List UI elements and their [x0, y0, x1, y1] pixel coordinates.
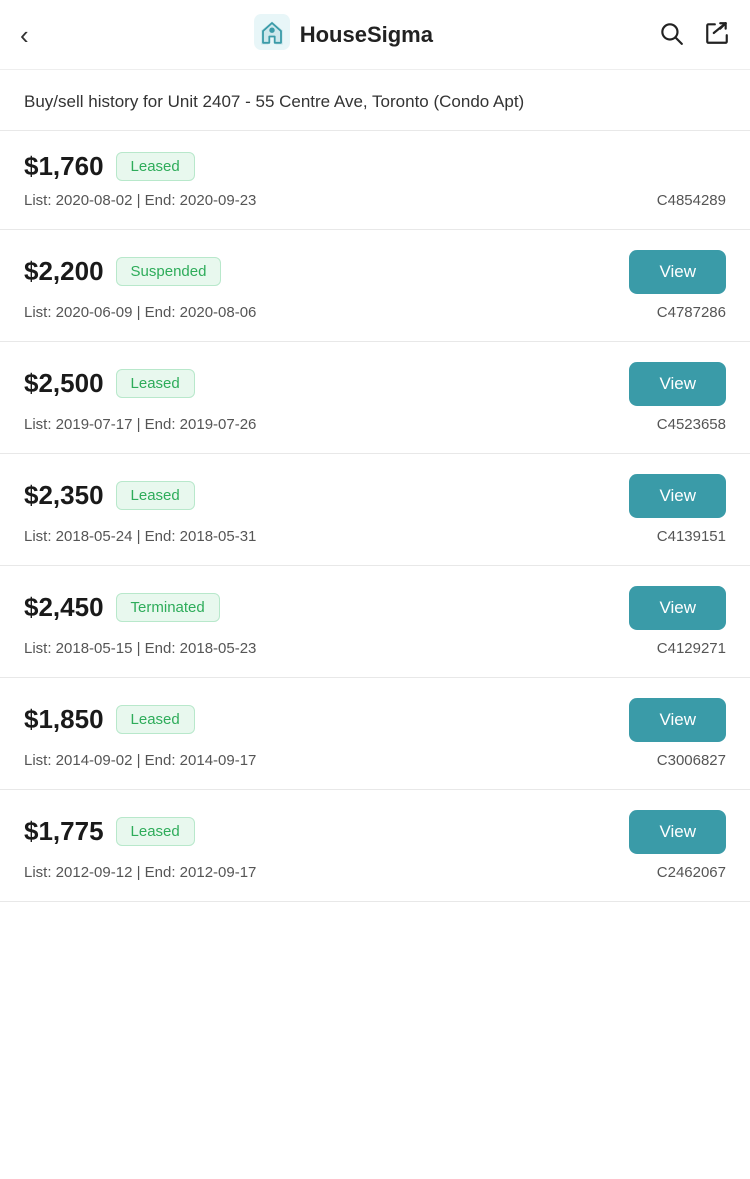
- housesigma-logo: [254, 14, 290, 55]
- status-badge: Leased: [116, 369, 195, 398]
- view-button[interactable]: View: [629, 810, 726, 854]
- header-center: HouseSigma: [254, 14, 433, 55]
- status-badge: Leased: [116, 481, 195, 510]
- status-badge: Leased: [116, 817, 195, 846]
- search-icon: [658, 20, 684, 46]
- listing-row-bottom: List: 2020-08-02 | End: 2020-09-23 C4854…: [24, 192, 726, 209]
- listing-dates: List: 2018-05-24 | End: 2018-05-31: [24, 528, 256, 545]
- listing-row-top: $1,760 Leased: [24, 151, 726, 182]
- listing-item: $2,350 Leased View List: 2018-05-24 | En…: [0, 454, 750, 566]
- view-button[interactable]: View: [629, 474, 726, 518]
- status-badge: Leased: [116, 152, 195, 181]
- listing-row-bottom: List: 2020-06-09 | End: 2020-08-06 C4787…: [24, 304, 726, 321]
- listing-item: $1,760 Leased List: 2020-08-02 | End: 20…: [0, 131, 750, 230]
- listing-price: $1,775: [24, 816, 104, 847]
- listing-row-top: $1,850 Leased View: [24, 698, 726, 742]
- listing-id: C2462067: [657, 864, 726, 881]
- listing-row-top: $2,500 Leased View: [24, 362, 726, 406]
- listing-left: $1,850 Leased: [24, 704, 195, 735]
- listing-price: $2,200: [24, 256, 104, 287]
- view-button[interactable]: View: [629, 250, 726, 294]
- view-button[interactable]: View: [629, 362, 726, 406]
- listing-left: $2,450 Terminated: [24, 592, 220, 623]
- listing-id: C4787286: [657, 304, 726, 321]
- share-icon: [704, 20, 730, 46]
- listing-dates: List: 2012-09-12 | End: 2012-09-17: [24, 864, 256, 881]
- listing-id: C4854289: [657, 192, 726, 209]
- listing-item: $2,500 Leased View List: 2019-07-17 | En…: [0, 342, 750, 454]
- listing-dates: List: 2018-05-15 | End: 2018-05-23: [24, 640, 256, 657]
- app-title: HouseSigma: [300, 22, 433, 48]
- listing-row-bottom: List: 2019-07-17 | End: 2019-07-26 C4523…: [24, 416, 726, 433]
- listing-row-bottom: List: 2012-09-12 | End: 2012-09-17 C2462…: [24, 864, 726, 881]
- listing-id: C3006827: [657, 752, 726, 769]
- listing-item: $1,850 Leased View List: 2014-09-02 | En…: [0, 678, 750, 790]
- listing-dates: List: 2014-09-02 | End: 2014-09-17: [24, 752, 256, 769]
- listing-dates: List: 2020-08-02 | End: 2020-09-23: [24, 192, 256, 209]
- app-header: ‹ HouseSigma: [0, 0, 750, 70]
- listings-container: $1,760 Leased List: 2020-08-02 | End: 20…: [0, 131, 750, 902]
- back-button[interactable]: ‹: [20, 22, 29, 48]
- page-subtitle: Buy/sell history for Unit 2407 - 55 Cent…: [0, 70, 750, 131]
- listing-dates: List: 2019-07-17 | End: 2019-07-26: [24, 416, 256, 433]
- listing-id: C4523658: [657, 416, 726, 433]
- listing-id: C4129271: [657, 640, 726, 657]
- listing-row-top: $1,775 Leased View: [24, 810, 726, 854]
- listing-left: $2,200 Suspended: [24, 256, 221, 287]
- listing-row-top: $2,350 Leased View: [24, 474, 726, 518]
- listing-left: $2,350 Leased: [24, 480, 195, 511]
- listing-price: $2,350: [24, 480, 104, 511]
- listing-price: $1,760: [24, 151, 104, 182]
- status-badge: Terminated: [116, 593, 220, 622]
- view-button[interactable]: View: [629, 698, 726, 742]
- listing-left: $2,500 Leased: [24, 368, 195, 399]
- header-actions: [658, 20, 730, 49]
- listing-price: $1,850: [24, 704, 104, 735]
- listing-left: $1,775 Leased: [24, 816, 195, 847]
- status-badge: Suspended: [116, 257, 222, 286]
- listing-row-bottom: List: 2018-05-15 | End: 2018-05-23 C4129…: [24, 640, 726, 657]
- search-button[interactable]: [658, 20, 684, 49]
- listing-row-top: $2,450 Terminated View: [24, 586, 726, 630]
- listing-item: $2,200 Suspended View List: 2020-06-09 |…: [0, 230, 750, 342]
- listing-price: $2,500: [24, 368, 104, 399]
- listing-item: $1,775 Leased View List: 2012-09-12 | En…: [0, 790, 750, 902]
- listing-id: C4139151: [657, 528, 726, 545]
- listing-row-top: $2,200 Suspended View: [24, 250, 726, 294]
- listing-left: $1,760 Leased: [24, 151, 195, 182]
- listing-row-bottom: List: 2014-09-02 | End: 2014-09-17 C3006…: [24, 752, 726, 769]
- listing-row-bottom: List: 2018-05-24 | End: 2018-05-31 C4139…: [24, 528, 726, 545]
- listing-price: $2,450: [24, 592, 104, 623]
- listing-dates: List: 2020-06-09 | End: 2020-08-06: [24, 304, 256, 321]
- status-badge: Leased: [116, 705, 195, 734]
- listing-item: $2,450 Terminated View List: 2018-05-15 …: [0, 566, 750, 678]
- view-button[interactable]: View: [629, 586, 726, 630]
- share-button[interactable]: [704, 20, 730, 49]
